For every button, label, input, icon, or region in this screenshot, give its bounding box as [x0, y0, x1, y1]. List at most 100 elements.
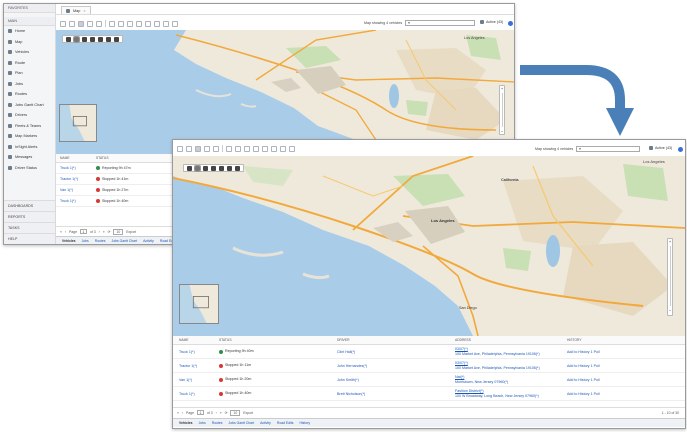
sidebar-favorites-header[interactable]: FAVORITES: [4, 4, 55, 13]
vehicle-filter-select[interactable]: ▾: [576, 146, 641, 152]
address-detail-link[interactable]: Morristown, New Jersey 07960(*): [455, 380, 563, 385]
map-view[interactable]: Los Angeles + −: [56, 30, 514, 154]
sidebar-item-routes[interactable]: Routes: [4, 89, 55, 100]
eye-icon[interactable]: [66, 37, 71, 42]
bottom-tab-history[interactable]: History: [299, 421, 310, 425]
sidebar-item-map-markers[interactable]: Map Markers: [4, 131, 55, 142]
column-header-driver[interactable]: DRIVER: [333, 338, 451, 342]
history-link[interactable]: Add to History 1 Poll: [563, 392, 663, 396]
column-header-status[interactable]: STATUS: [92, 156, 152, 160]
zoom-out-button[interactable]: −: [500, 129, 504, 134]
overview-minimap[interactable]: [59, 104, 97, 142]
zoom-in-button[interactable]: +: [500, 86, 504, 91]
table-row[interactable]: Van 1(*) Stopped 1h 20m John Smith(*) Nat(*…: [173, 373, 685, 387]
vehicle-name-link[interactable]: Truck 1(*): [173, 392, 215, 396]
export-button[interactable]: Export: [126, 230, 136, 234]
vehicle-name-link[interactable]: Truck 1(*): [56, 199, 92, 203]
zoom-slider[interactable]: [669, 246, 671, 306]
bottom-tab-routes[interactable]: Routes: [212, 421, 223, 425]
sidebar-item-map[interactable]: Map: [4, 37, 55, 48]
next-page-icon[interactable]: ›: [216, 411, 217, 415]
vehicle-name-link[interactable]: Truck 1(*): [56, 166, 92, 170]
prev-page-icon[interactable]: ‹: [65, 230, 66, 234]
vehicle-filter-select[interactable]: ▾: [405, 20, 476, 26]
sidebar-main-header[interactable]: MAIN: [4, 17, 55, 26]
vehicle-name-link[interactable]: Tractor 1(*): [173, 364, 215, 368]
address-detail-link[interactable]: 100 Market Ave, Philadelphia, Pennsylvan…: [455, 366, 563, 371]
select-box-icon[interactable]: [82, 37, 87, 42]
layout-split-icon[interactable]: [78, 20, 84, 27]
vehicle-name-link[interactable]: Van 1(*): [173, 378, 215, 382]
layout-single-icon[interactable]: [69, 20, 75, 27]
layout-grid-icon[interactable]: [204, 145, 210, 152]
layout-list-icon[interactable]: [96, 20, 102, 27]
layout-split-icon[interactable]: [195, 145, 201, 152]
sidebar-dashboards[interactable]: DASHBOARDS: [4, 200, 55, 211]
refresh-icon[interactable]: [172, 20, 178, 27]
refresh-icon[interactable]: [289, 145, 295, 152]
tab-map[interactable]: Map ×: [61, 6, 91, 14]
table-row[interactable]: Tractor 1(*) Stopped 1h 11m John Hernandez…: [173, 359, 685, 373]
layout-list-icon[interactable]: [213, 145, 219, 152]
hand-icon[interactable]: [73, 36, 80, 43]
driver-link[interactable]: Brett Nicholson(*): [333, 392, 451, 396]
first-page-icon[interactable]: «: [177, 411, 179, 415]
filter-icon[interactable]: [136, 20, 142, 27]
refresh-icon[interactable]: ⟳: [225, 411, 228, 415]
column-header-status[interactable]: STATUS: [215, 338, 333, 342]
sidebar-item-plan[interactable]: Plan: [4, 68, 55, 79]
column-header-history[interactable]: HISTORY: [563, 338, 663, 342]
bottom-tab-activity[interactable]: Activity: [143, 239, 154, 243]
settings-icon[interactable]: [145, 20, 151, 27]
bottom-tab-jobs-gantt-chart[interactable]: Jobs Gantt Chart: [229, 421, 255, 425]
marker-icon[interactable]: [114, 37, 119, 42]
sidebar-item-route[interactable]: Route: [4, 58, 55, 69]
sidebar-tasks[interactable]: TASKS: [4, 222, 55, 233]
column-header-address[interactable]: ADDRESS: [451, 338, 563, 342]
layers-icon[interactable]: [235, 145, 241, 152]
pin-icon[interactable]: [219, 166, 224, 171]
sidebar-item-driver-status[interactable]: Driver Status: [4, 163, 55, 174]
select-box-icon[interactable]: [203, 166, 208, 171]
vehicle-name-link[interactable]: Van 1(*): [56, 188, 92, 192]
sidebar-help[interactable]: HELP: [4, 233, 55, 244]
bottom-tab-routes[interactable]: Routes: [95, 239, 106, 243]
history-link[interactable]: Add to History 1 Poll: [563, 378, 663, 382]
layout-single-icon[interactable]: [186, 145, 192, 152]
search-icon[interactable]: [109, 20, 115, 27]
arrow-left-icon[interactable]: [60, 20, 66, 27]
next-page-icon[interactable]: ›: [99, 230, 100, 234]
sidebar-item-drivers[interactable]: Drivers: [4, 110, 55, 121]
sidebar-item-jobs[interactable]: Jobs: [4, 79, 55, 90]
settings-gear-icon[interactable]: [678, 147, 683, 152]
export-button[interactable]: Export: [243, 411, 253, 415]
history-link[interactable]: Add to History 1 Poll: [563, 364, 663, 368]
sidebar-item-jobs-gantt-chart[interactable]: Jobs Gantt Chart: [4, 100, 55, 111]
first-page-icon[interactable]: «: [60, 230, 62, 234]
table-row[interactable]: Truck 1(*) Reporting 9h 40m Clint Hall(*) 0…: [173, 345, 685, 359]
bottom-tab-road-edits[interactable]: Road Edits: [277, 421, 294, 425]
sidebar-item-fleets-teams[interactable]: Fleets & Teams: [4, 121, 55, 132]
page-size-select[interactable]: 10: [113, 228, 124, 235]
route-icon[interactable]: [271, 145, 277, 152]
zoom-out-button[interactable]: −: [668, 308, 672, 313]
pointer-icon[interactable]: [90, 37, 95, 42]
active-count[interactable]: Active (43): [649, 146, 672, 150]
address-detail-link[interactable]: 100 Market Ave, Philadelphia, Pennsylvan…: [455, 352, 563, 357]
arrow-left-icon[interactable]: [177, 145, 183, 152]
sidebar-item-vehicles[interactable]: Vehicles: [4, 47, 55, 58]
page-size-select[interactable]: 10: [230, 409, 241, 416]
chat-icon[interactable]: [106, 37, 111, 42]
measure-icon[interactable]: [163, 20, 169, 27]
bottom-tab-jobs-gantt-chart[interactable]: Jobs Gantt Chart: [112, 239, 138, 243]
driver-link[interactable]: John Hernandez(*): [333, 364, 451, 368]
bottom-tab-jobs[interactable]: Jobs: [82, 239, 89, 243]
traffic-icon[interactable]: [244, 145, 250, 152]
pointer-icon[interactable]: [211, 166, 216, 171]
eye-icon[interactable]: [187, 166, 192, 171]
search-icon[interactable]: [226, 145, 232, 152]
measure-icon[interactable]: [280, 145, 286, 152]
refresh-icon[interactable]: ⟳: [108, 230, 111, 234]
zoom-slider[interactable]: [501, 93, 503, 127]
address-detail-link[interactable]: 100 W Broadway, Long Beach, New Jersey 0…: [455, 394, 563, 399]
